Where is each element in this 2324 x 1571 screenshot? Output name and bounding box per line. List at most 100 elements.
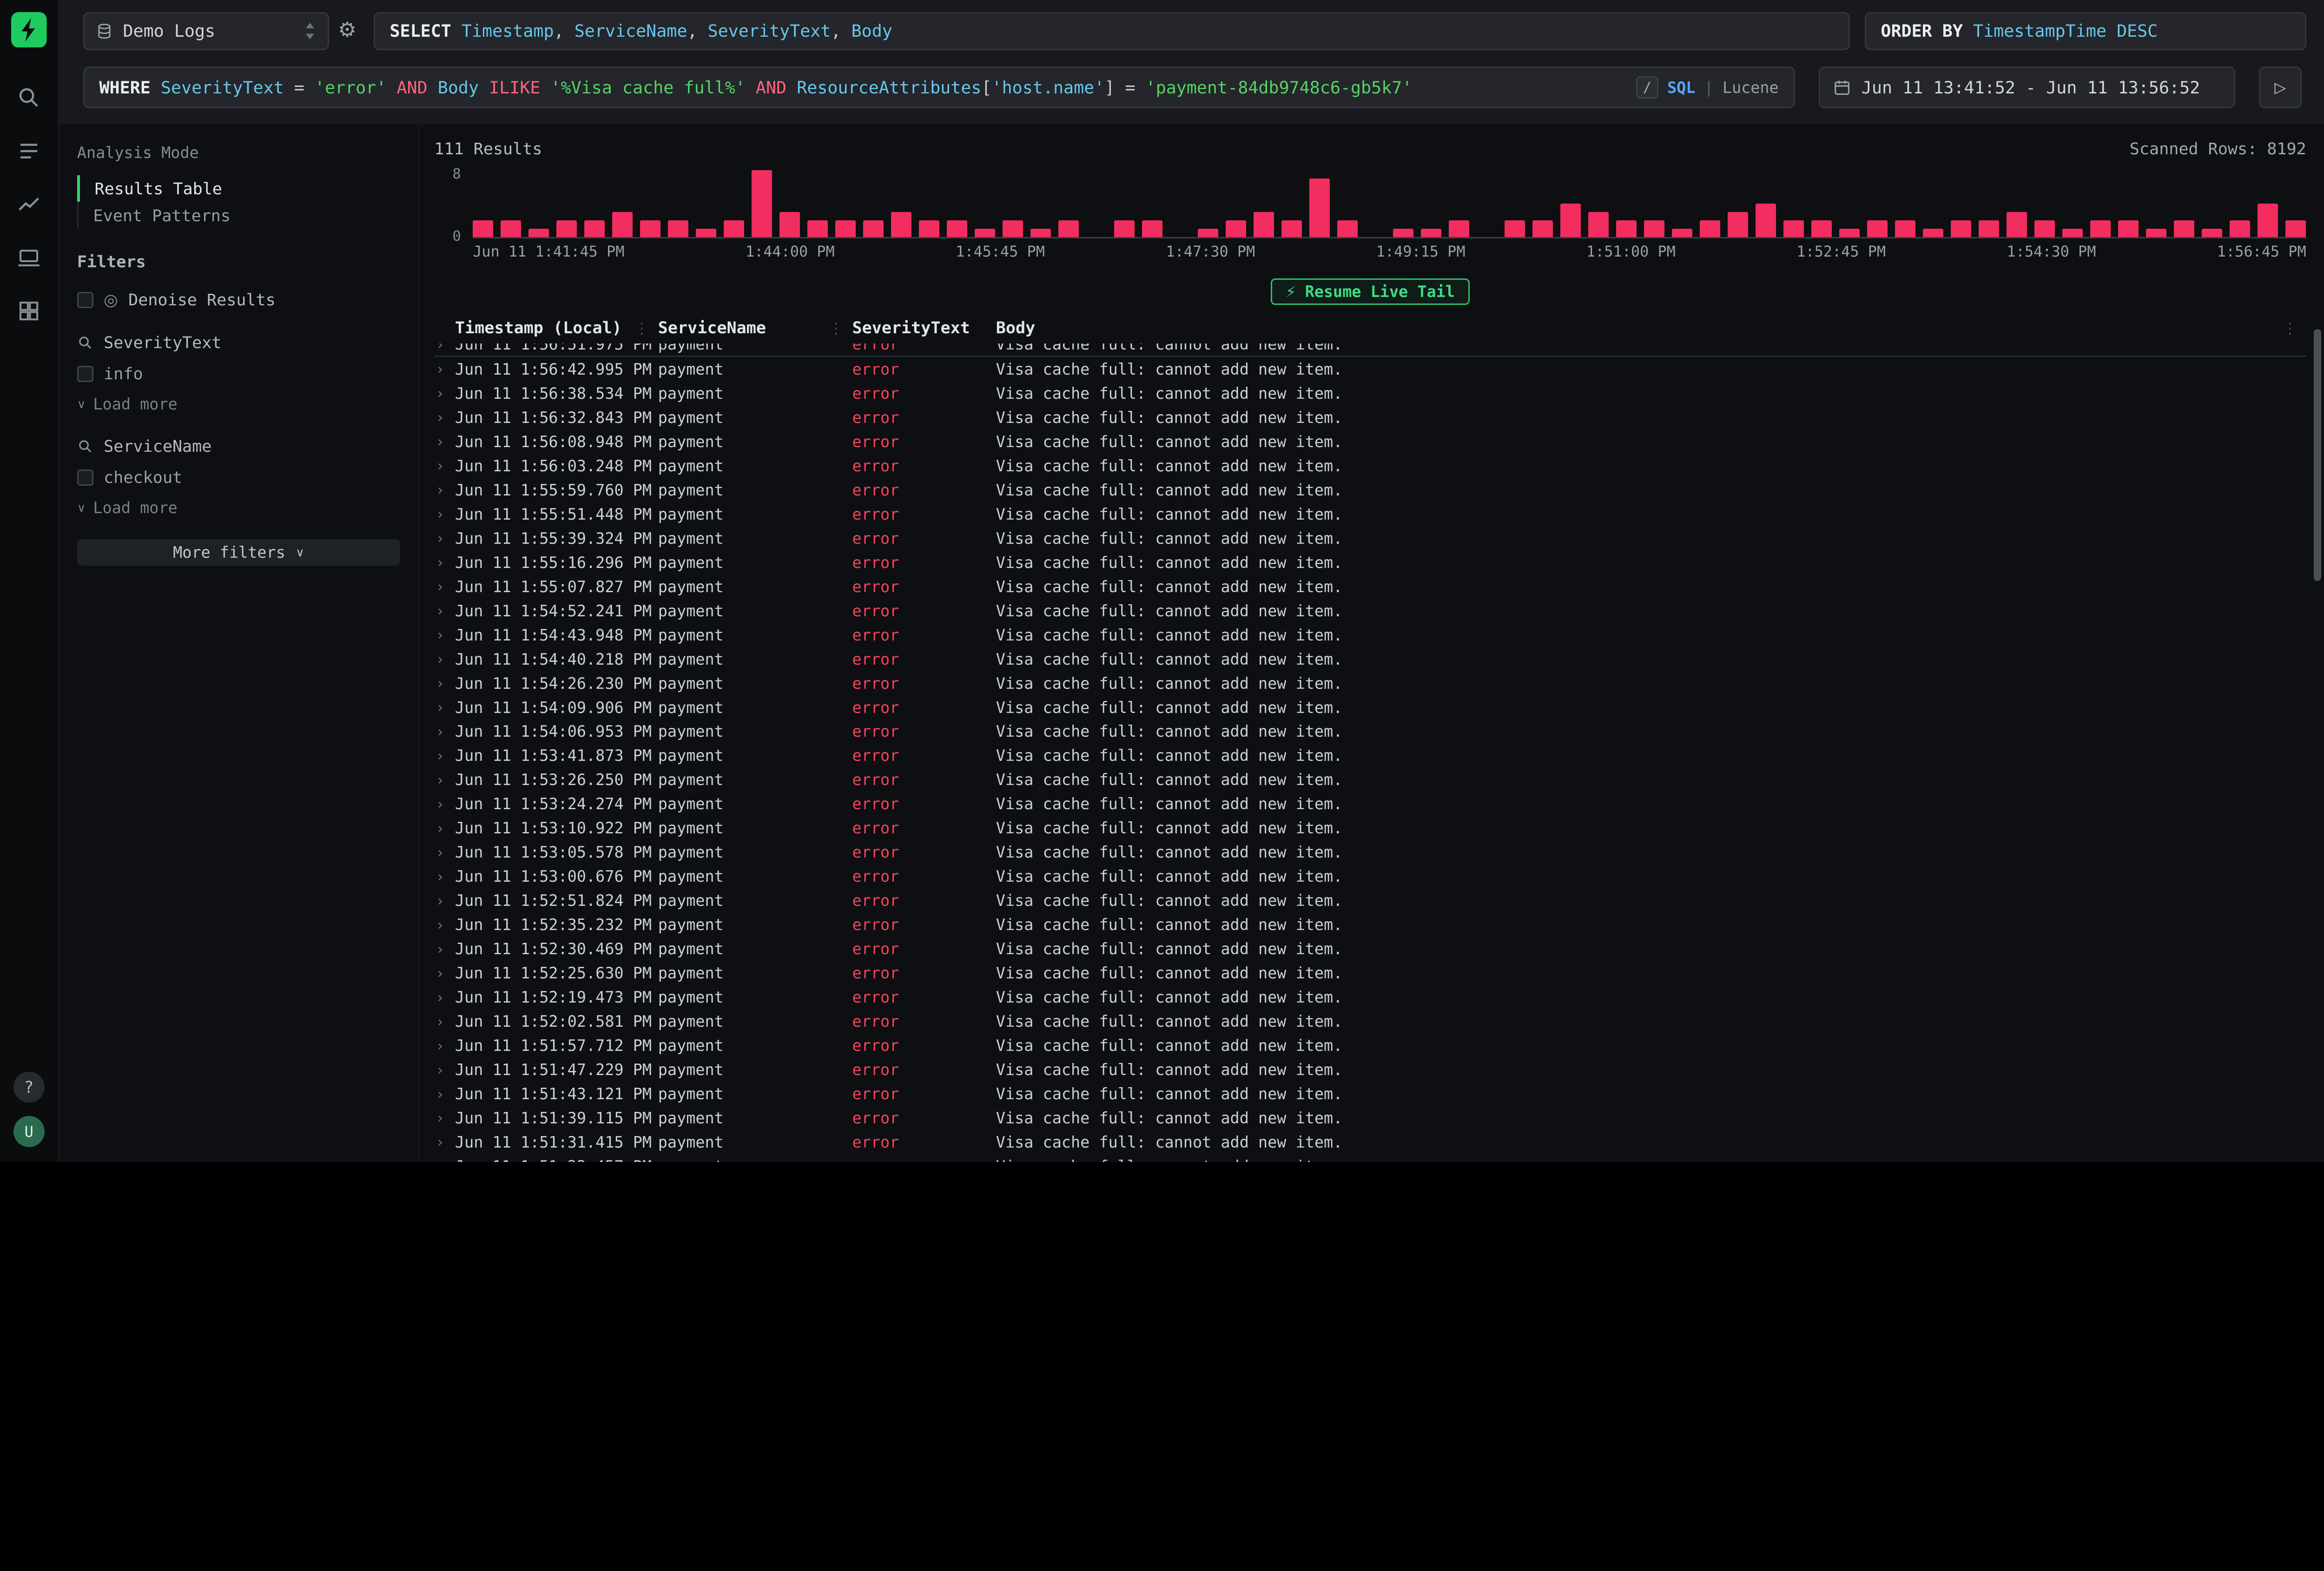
histogram-bar[interactable] <box>1114 220 1135 237</box>
row-expand-chevron-icon[interactable]: › <box>434 343 455 353</box>
histogram-bar[interactable] <box>1003 220 1023 237</box>
histogram-bar[interactable] <box>2090 220 2111 237</box>
table-row[interactable]: › Jun 11 1:56:38.534 PM payment error Vi… <box>434 381 2306 405</box>
histogram-bar[interactable] <box>696 229 716 237</box>
analysis-mode-item[interactable]: Results Table <box>77 175 418 202</box>
help-button[interactable]: ? <box>13 1072 45 1103</box>
row-expand-chevron-icon[interactable]: › <box>434 505 455 523</box>
histogram-bar[interactable] <box>2062 229 2083 237</box>
histogram-bar[interactable] <box>779 212 800 237</box>
col-severitytext[interactable]: SeverityText <box>852 318 996 337</box>
table-row[interactable]: › Jun 11 1:54:09.906 PM payment error Vi… <box>434 695 2306 719</box>
histogram-bars[interactable] <box>473 170 2306 238</box>
table-row[interactable]: › Jun 11 1:53:24.274 PM payment error Vi… <box>434 792 2306 816</box>
table-row[interactable]: › Jun 11 1:53:26.250 PM payment error Vi… <box>434 768 2306 792</box>
histogram-bar[interactable] <box>2007 212 2027 237</box>
row-expand-chevron-icon[interactable]: › <box>434 916 455 934</box>
row-expand-chevron-icon[interactable]: › <box>434 989 455 1006</box>
histogram-bar[interactable] <box>2146 229 2166 237</box>
histogram-bar[interactable] <box>807 220 828 237</box>
histogram-bar[interactable] <box>2258 204 2278 237</box>
nav-chart-explorer-button[interactable] <box>10 187 48 223</box>
order-by-input[interactable]: ORDER BY TimestampTime DESC <box>1865 12 2306 51</box>
histogram-bar[interactable] <box>1728 212 1748 237</box>
histogram-bar[interactable] <box>1756 204 1776 237</box>
filter-option-checkbox[interactable] <box>77 366 93 382</box>
table-row[interactable]: › Jun 11 1:52:30.469 PM payment error Vi… <box>434 937 2306 961</box>
histogram-bar[interactable] <box>1449 220 1469 237</box>
row-expand-chevron-icon[interactable]: › <box>434 723 455 740</box>
histogram-bar[interactable] <box>2230 220 2250 237</box>
select-query-input[interactable]: SELECT Timestamp, ServiceName, SeverityT… <box>374 12 1850 51</box>
histogram-bar[interactable] <box>612 212 633 237</box>
histogram-bar[interactable] <box>1700 220 1720 237</box>
histogram-bar[interactable] <box>919 220 939 237</box>
table-row[interactable]: › Jun 11 1:52:35.232 PM payment error Vi… <box>434 913 2306 937</box>
histogram-bar[interactable] <box>1421 229 1441 237</box>
table-row[interactable]: › Jun 11 1:55:07.827 PM payment error Vi… <box>434 574 2306 599</box>
row-expand-chevron-icon[interactable]: › <box>434 819 455 837</box>
histogram-bar[interactable] <box>1839 229 1860 237</box>
histogram-bar[interactable] <box>1979 220 1999 237</box>
time-range-picker[interactable]: Jun 11 13:41:52 - Jun 11 13:56:52 <box>1819 66 2235 108</box>
nav-search-button[interactable] <box>10 80 48 116</box>
histogram-bar[interactable] <box>947 220 967 237</box>
source-selector[interactable]: Demo Logs <box>83 12 329 51</box>
table-row[interactable]: › Jun 11 1:52:25.630 PM payment error Vi… <box>434 961 2306 985</box>
histogram-bar[interactable] <box>1951 220 1971 237</box>
table-row[interactable]: › Jun 11 1:53:10.922 PM payment error Vi… <box>434 816 2306 840</box>
histogram-bar[interactable] <box>1198 229 1218 237</box>
row-expand-chevron-icon[interactable]: › <box>434 940 455 958</box>
histogram-bar[interactable] <box>891 212 911 237</box>
filter-group-header[interactable]: ServiceName <box>59 437 418 456</box>
table-row[interactable]: › Jun 11 1:51:47.229 PM payment error Vi… <box>434 1058 2306 1082</box>
row-expand-chevron-icon[interactable]: › <box>434 1109 455 1127</box>
histogram-bar[interactable] <box>863 220 884 237</box>
row-expand-chevron-icon[interactable]: › <box>434 844 455 861</box>
histogram-bar[interactable] <box>1309 178 1330 237</box>
table-row[interactable]: › Jun 11 1:53:05.578 PM payment error Vi… <box>434 840 2306 865</box>
filter-option[interactable]: checkout <box>59 468 418 487</box>
row-expand-chevron-icon[interactable]: › <box>434 892 455 910</box>
histogram-bar[interactable] <box>1783 220 1804 237</box>
histogram-bar[interactable] <box>556 220 577 237</box>
row-expand-chevron-icon[interactable]: › <box>434 1085 455 1103</box>
histogram-bar[interactable] <box>1281 220 1302 237</box>
row-expand-chevron-icon[interactable]: › <box>434 457 455 475</box>
histogram-bar[interactable] <box>752 170 772 237</box>
app-logo[interactable] <box>11 12 47 48</box>
row-expand-chevron-icon[interactable]: › <box>434 1133 455 1151</box>
table-row[interactable]: › Jun 11 1:53:41.873 PM payment error Vi… <box>434 744 2306 768</box>
histogram-bar[interactable] <box>640 220 660 237</box>
run-query-button[interactable]: ▷ <box>2259 66 2302 108</box>
row-expand-chevron-icon[interactable]: › <box>434 384 455 402</box>
row-expand-chevron-icon[interactable]: › <box>434 1013 455 1030</box>
histogram-bar[interactable] <box>1644 220 1664 237</box>
row-expand-chevron-icon[interactable]: › <box>434 674 455 692</box>
histogram-bar[interactable] <box>668 220 688 237</box>
row-expand-chevron-icon[interactable]: › <box>434 626 455 644</box>
row-expand-chevron-icon[interactable]: › <box>434 699 455 716</box>
column-resize-handle[interactable]: ⋮ <box>634 319 649 337</box>
where-query-input[interactable]: WHERE SeverityText = 'error' AND Body IL… <box>83 66 1795 108</box>
histogram-bar[interactable] <box>2174 220 2194 237</box>
table-row[interactable]: › Jun 11 1:56:51.975 PM payment error Vi… <box>434 343 2306 357</box>
table-row[interactable]: › Jun 11 1:54:40.218 PM payment error Vi… <box>434 647 2306 671</box>
histogram-bar[interactable] <box>1895 220 1915 237</box>
row-expand-chevron-icon[interactable]: › <box>434 771 455 789</box>
table-row[interactable]: › Jun 11 1:55:59.760 PM payment error Vi… <box>434 478 2306 502</box>
row-expand-chevron-icon[interactable]: › <box>434 554 455 571</box>
table-row[interactable]: › Jun 11 1:52:19.473 PM payment error Vi… <box>434 985 2306 1010</box>
row-expand-chevron-icon[interactable]: › <box>434 1157 455 1162</box>
load-more-link[interactable]: ∨ Load more <box>59 395 418 413</box>
table-options-button[interactable]: ⋮ <box>2283 319 2298 337</box>
histogram-bar[interactable] <box>501 220 521 237</box>
table-row[interactable]: › Jun 11 1:52:02.581 PM payment error Vi… <box>434 1010 2306 1034</box>
nav-dashboards-button[interactable] <box>10 293 48 329</box>
more-filters-button[interactable]: More filters ∨ <box>77 539 400 566</box>
histogram-bar[interactable] <box>835 220 856 237</box>
nav-logs-button[interactable] <box>10 133 48 169</box>
histogram-bar[interactable] <box>528 229 549 237</box>
table-row[interactable]: › Jun 11 1:53:00.676 PM payment error Vi… <box>434 865 2306 889</box>
col-body[interactable]: Body ⋮ <box>996 318 2306 337</box>
